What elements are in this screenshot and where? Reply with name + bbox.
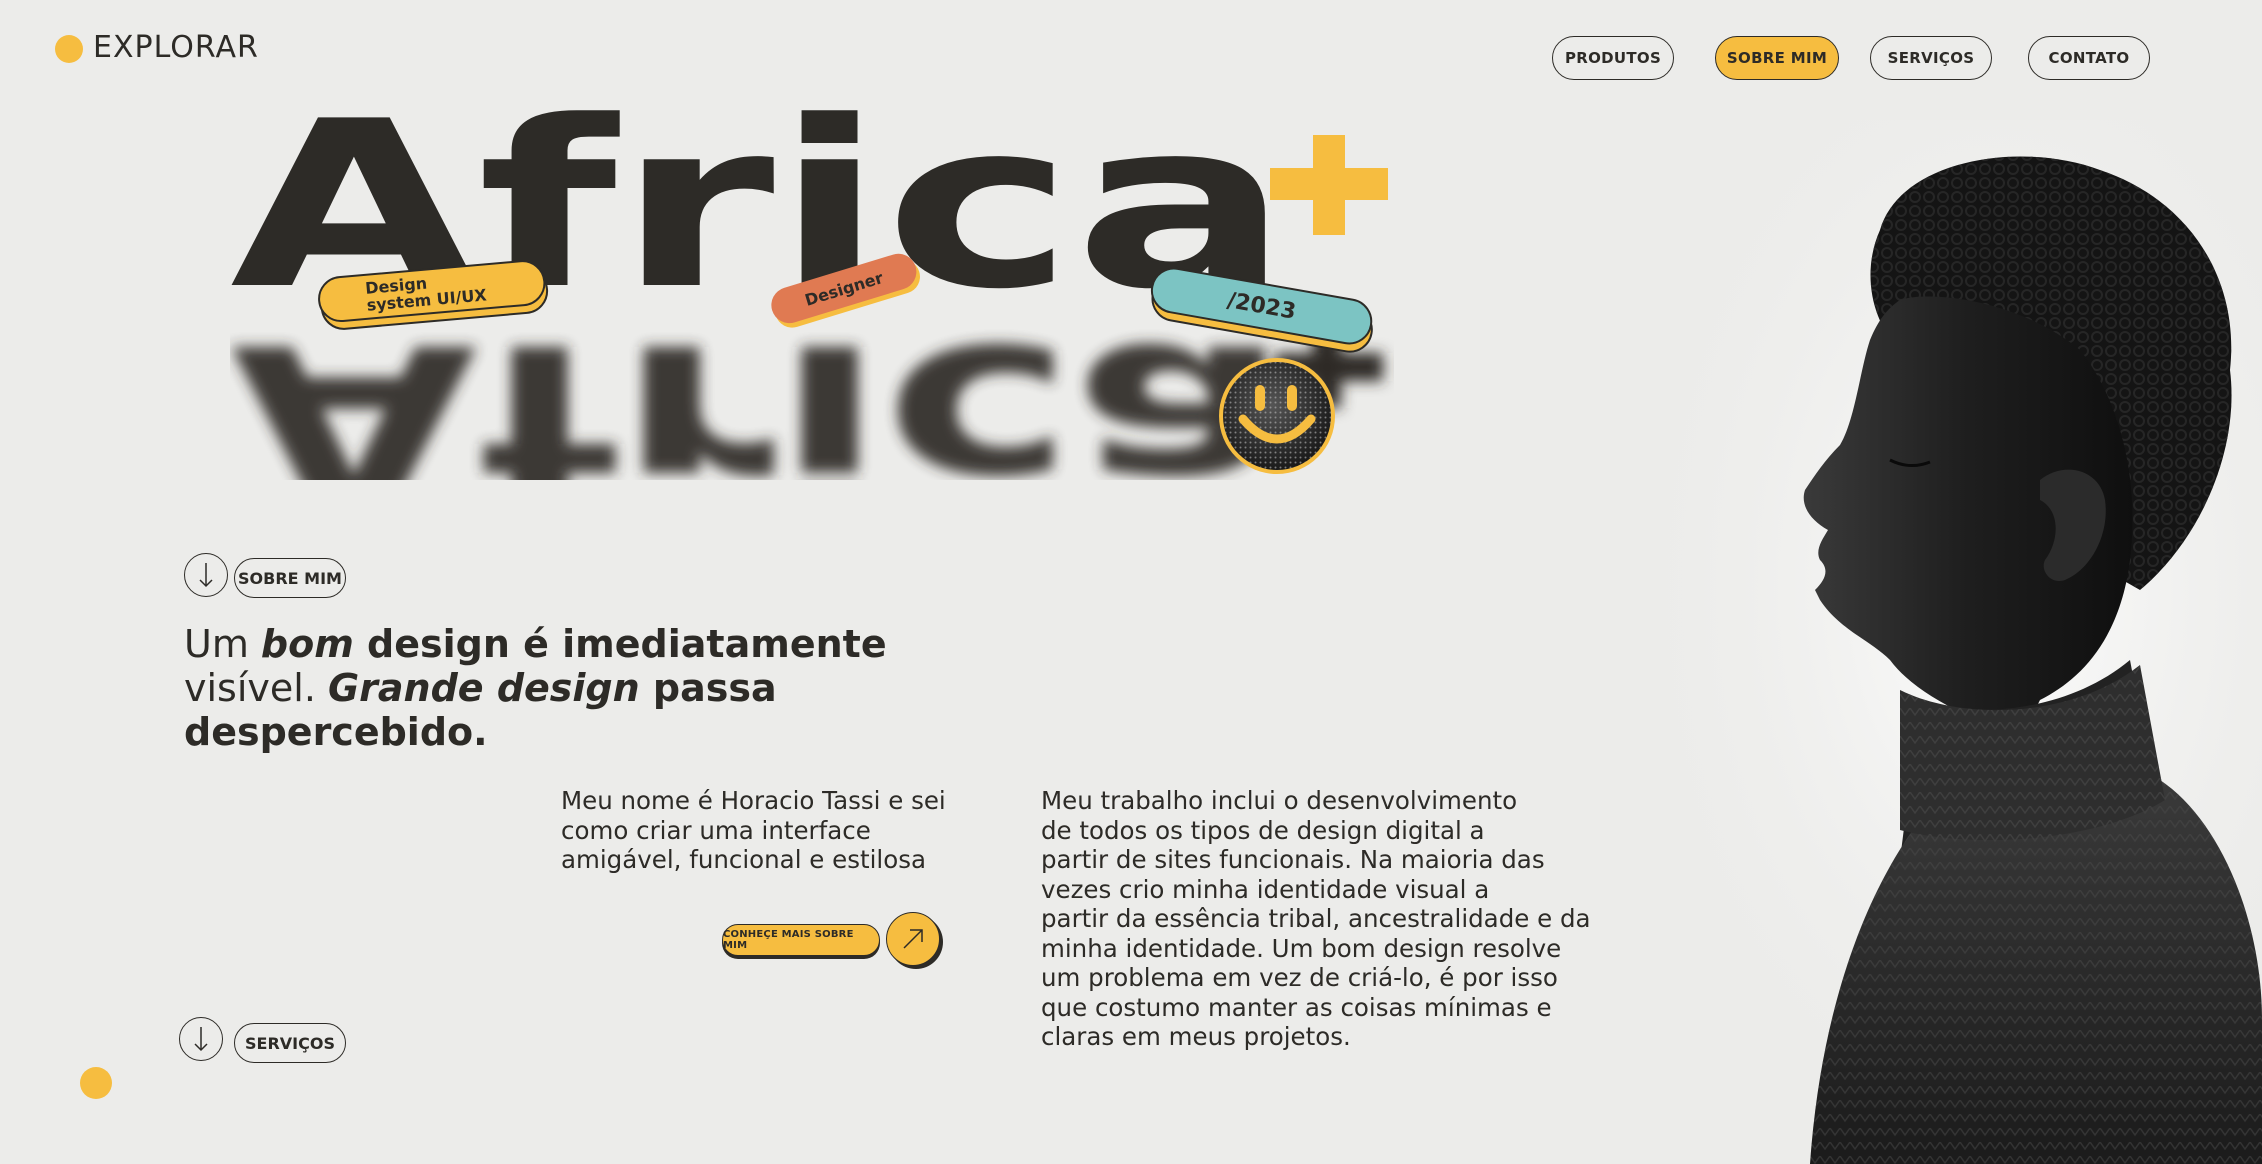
decorative-dot [80, 1067, 112, 1099]
work-paragraph: Meu trabalho inclui o desenvolvimento de… [1041, 786, 1591, 1051]
portrait-photo [1600, 120, 2262, 1164]
arrow-up-right-icon [903, 929, 923, 949]
cta-learn-more-button[interactable]: CONHEÇE MAIS SOBRE MIM [722, 924, 880, 956]
headline: Um bom design é imediatamente visível. G… [184, 622, 887, 754]
circle-logo-icon [55, 35, 83, 63]
intro-paragraph: Meu nome é Horacio Tassi e sei como cria… [561, 786, 946, 874]
cta-arrow-button[interactable] [886, 912, 940, 966]
nav-servicos[interactable]: SERVIÇOS [1870, 36, 1992, 80]
services-scroll-button[interactable] [179, 1017, 223, 1061]
services-section-label[interactable]: SERVIÇOS [234, 1023, 346, 1063]
about-scroll-button[interactable] [184, 553, 228, 597]
about-section-label[interactable]: SOBRE MIM [234, 558, 346, 598]
nav-produtos[interactable]: PRODUTOS [1552, 36, 1674, 80]
nav-sobre-mim[interactable]: SOBRE MIM [1715, 36, 1839, 80]
arrow-down-icon [194, 1027, 208, 1052]
nav-contato[interactable]: CONTATO [2028, 36, 2150, 80]
smiley-face-icon [1219, 358, 1335, 474]
logo-text[interactable]: EXPLORAR [93, 30, 259, 65]
arrow-down-icon [199, 563, 213, 588]
